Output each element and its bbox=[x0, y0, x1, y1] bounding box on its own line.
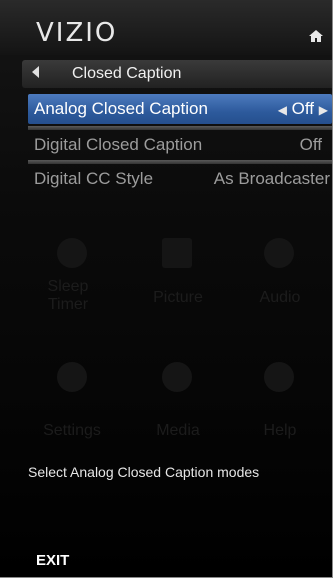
menu-item-label: Digital CC Style bbox=[34, 169, 154, 188]
analog-cc-value: Off bbox=[291, 99, 315, 118]
chevron-left-icon[interactable]: ◀ bbox=[278, 95, 287, 125]
breadcrumb[interactable]: Closed Caption bbox=[22, 60, 332, 88]
menu-item-digital-cc-style[interactable]: Digital CC Style As Broadcaster bbox=[28, 164, 332, 194]
menu-item-digital-closed-caption[interactable]: Digital Closed Caption Off bbox=[28, 130, 332, 160]
help-text: Select Analog Closed Caption modes bbox=[28, 464, 260, 480]
top-bar: VIZIO bbox=[0, 0, 332, 55]
digital-cc-value: Off bbox=[299, 135, 322, 154]
ghost-label-media: Media bbox=[156, 422, 200, 439]
menu-item-label: Analog Closed Caption bbox=[34, 99, 208, 118]
menu-item-value[interactable]: ◀ Off ▶ bbox=[278, 94, 328, 125]
audio-ghost-icon bbox=[264, 238, 294, 268]
tv-menu-panel: VIZIO Closed Caption Sleep Timer Picture… bbox=[0, 0, 333, 578]
menu-item-analog-closed-caption[interactable]: Analog Closed Caption ◀ Off ▶ bbox=[28, 94, 332, 124]
ghost-label-help: Help bbox=[263, 422, 297, 439]
media-ghost-icon bbox=[162, 362, 192, 392]
breadcrumb-title: Closed Caption bbox=[72, 65, 182, 82]
ghost-label-audio: Audio bbox=[259, 289, 301, 306]
settings-ghost-icon bbox=[57, 362, 87, 392]
help-ghost-icon bbox=[264, 362, 294, 392]
back-arrow-icon[interactable] bbox=[32, 66, 39, 78]
menu-item-label: Digital Closed Caption bbox=[34, 135, 203, 154]
digital-cc-style-value: As Broadcaster bbox=[213, 169, 330, 188]
vizio-logo: VIZIO bbox=[36, 18, 118, 48]
picture-ghost-icon bbox=[162, 238, 192, 268]
sleep-timer-ghost-icon bbox=[57, 238, 87, 268]
ghost-label-settings: Settings bbox=[43, 422, 101, 439]
exit-button[interactable]: EXIT bbox=[36, 552, 69, 569]
ghost-label-sleep-timer: Sleep Timer bbox=[47, 278, 89, 313]
ghost-label-picture: Picture bbox=[153, 289, 203, 306]
home-icon[interactable] bbox=[308, 28, 324, 44]
chevron-right-icon[interactable]: ▶ bbox=[319, 95, 328, 125]
